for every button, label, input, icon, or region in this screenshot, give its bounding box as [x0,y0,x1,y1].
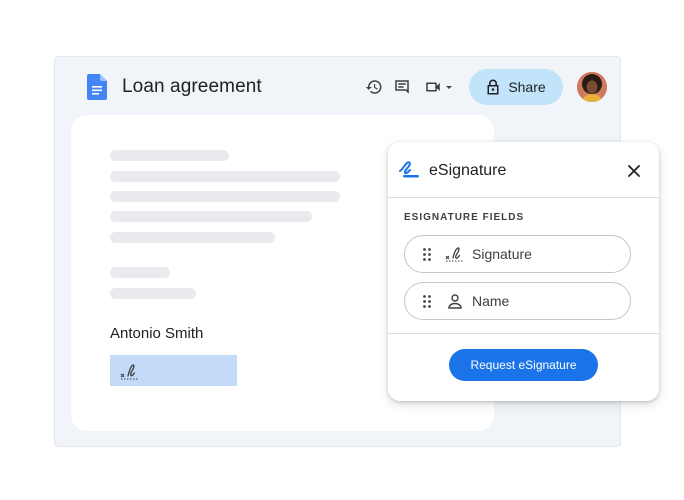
lock-icon [487,79,499,95]
name-field-chip[interactable]: Name [404,282,631,320]
text-placeholder-line [110,267,170,278]
share-button[interactable]: Share [469,69,563,105]
history-icon[interactable] [365,78,383,96]
esignature-icon [399,161,419,178]
text-placeholder-line [110,232,275,243]
person-icon [448,294,462,309]
signature-field-chip[interactable]: Signature [404,235,631,273]
divider [388,197,659,198]
text-placeholder-line [110,150,229,161]
text-placeholder-line [110,171,340,182]
drag-handle-icon[interactable] [423,248,431,261]
comment-icon[interactable] [393,78,411,96]
text-placeholder-line [110,211,312,222]
signature-icon [120,363,139,379]
esignature-panel: eSignature ESIGNATURE FIELDS Signature N… [388,142,659,401]
chevron-down-icon[interactable] [443,78,455,96]
divider [388,333,659,334]
drag-handle-icon[interactable] [423,295,431,308]
request-esignature-button[interactable]: Request eSignature [449,349,598,381]
docs-icon [87,74,107,100]
signer-name: Antonio Smith [110,325,204,342]
document-title[interactable]: Loan agreement [122,76,262,98]
signature-icon [445,247,464,262]
field-label-signature: Signature [472,246,532,262]
close-icon[interactable] [626,163,642,179]
field-label-name: Name [472,293,510,309]
avatar[interactable] [577,72,607,102]
text-placeholder-line [110,191,340,202]
signature-field[interactable] [110,355,237,386]
fields-header: ESIGNATURE FIELDS [404,212,525,223]
video-call-icon[interactable] [424,78,442,96]
text-placeholder-line [110,288,196,299]
panel-title: eSignature [429,162,507,179]
share-button-label: Share [508,79,546,95]
